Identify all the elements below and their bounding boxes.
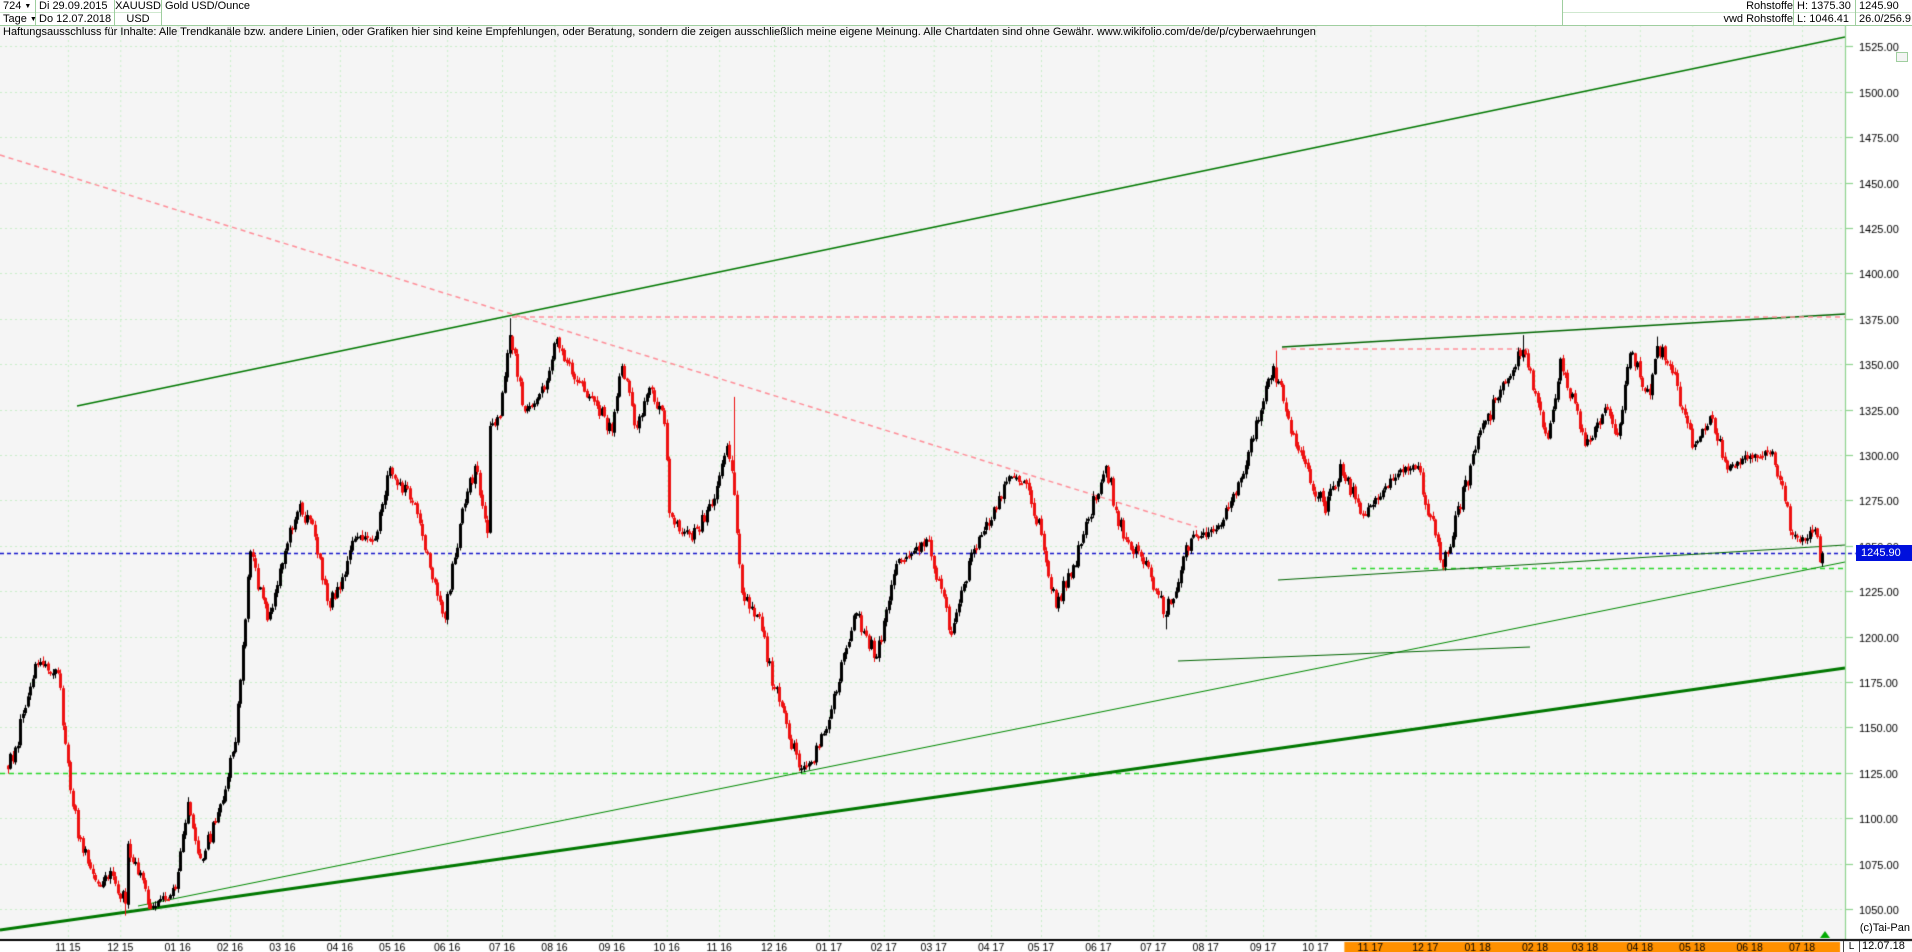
- date-to: Do 12.07.2018: [36, 13, 117, 25]
- disclaimer-text: Haftungsausschluss für Inhalte: Alle Tre…: [3, 26, 1803, 40]
- chart-object-handle[interactable]: [1896, 52, 1908, 62]
- last-marker-box: L: [1843, 941, 1860, 952]
- last-price-axis-tag: 1245.90: [1856, 545, 1912, 561]
- stat-value: 26.0/256.9: [1856, 13, 1912, 25]
- low-value: L: 1046.41: [1794, 13, 1858, 25]
- bars-count-dropdown[interactable]: 724 ▼: [0, 0, 38, 12]
- last-date-label: 12.07.18: [1862, 940, 1905, 952]
- provider-label: vwd Rohstoffe: [1563, 13, 1796, 25]
- high-value: H: 1375.30: [1794, 0, 1858, 12]
- date-from: Di 29.09.2015: [36, 0, 117, 12]
- symbol-code: XAUUSD: [115, 0, 161, 12]
- header-cell-dates: Di 29.09.2015 Do 12.07.2018: [36, 0, 115, 25]
- header-cell-period: 724 ▼ Tage ▼: [0, 0, 36, 25]
- header-cell-category: Rohstoffe vwd Rohstoffe: [1563, 0, 1794, 25]
- header-cell-symbol: XAUUSD USD: [115, 0, 162, 25]
- instrument-title: Gold USD/Ounce: [162, 0, 1565, 12]
- chevron-down-icon: ▼: [24, 3, 31, 10]
- category-label: Rohstoffe: [1563, 0, 1796, 12]
- price-chart-canvas[interactable]: [0, 0, 1912, 952]
- copyright-label: (c)Tai-Pan: [1846, 922, 1910, 934]
- header-cell-last: 1245.90 26.0/256.9: [1856, 0, 1911, 25]
- header-cell-high-low: H: 1375.30 L: 1046.41: [1794, 0, 1856, 25]
- period-dropdown[interactable]: Tage ▼: [0, 13, 38, 25]
- chart-header: 724 ▼ Tage ▼ Di 29.09.2015 Do 12.07.2018…: [0, 0, 1912, 26]
- symbol-currency: USD: [115, 13, 161, 25]
- taipan-chart-window: { "colors": { "plot_bg": "#f5f5f5", "pan…: [0, 0, 1912, 952]
- last-price-value: 1245.90: [1856, 0, 1912, 12]
- header-cell-title: Gold USD/Ounce: [162, 0, 1563, 25]
